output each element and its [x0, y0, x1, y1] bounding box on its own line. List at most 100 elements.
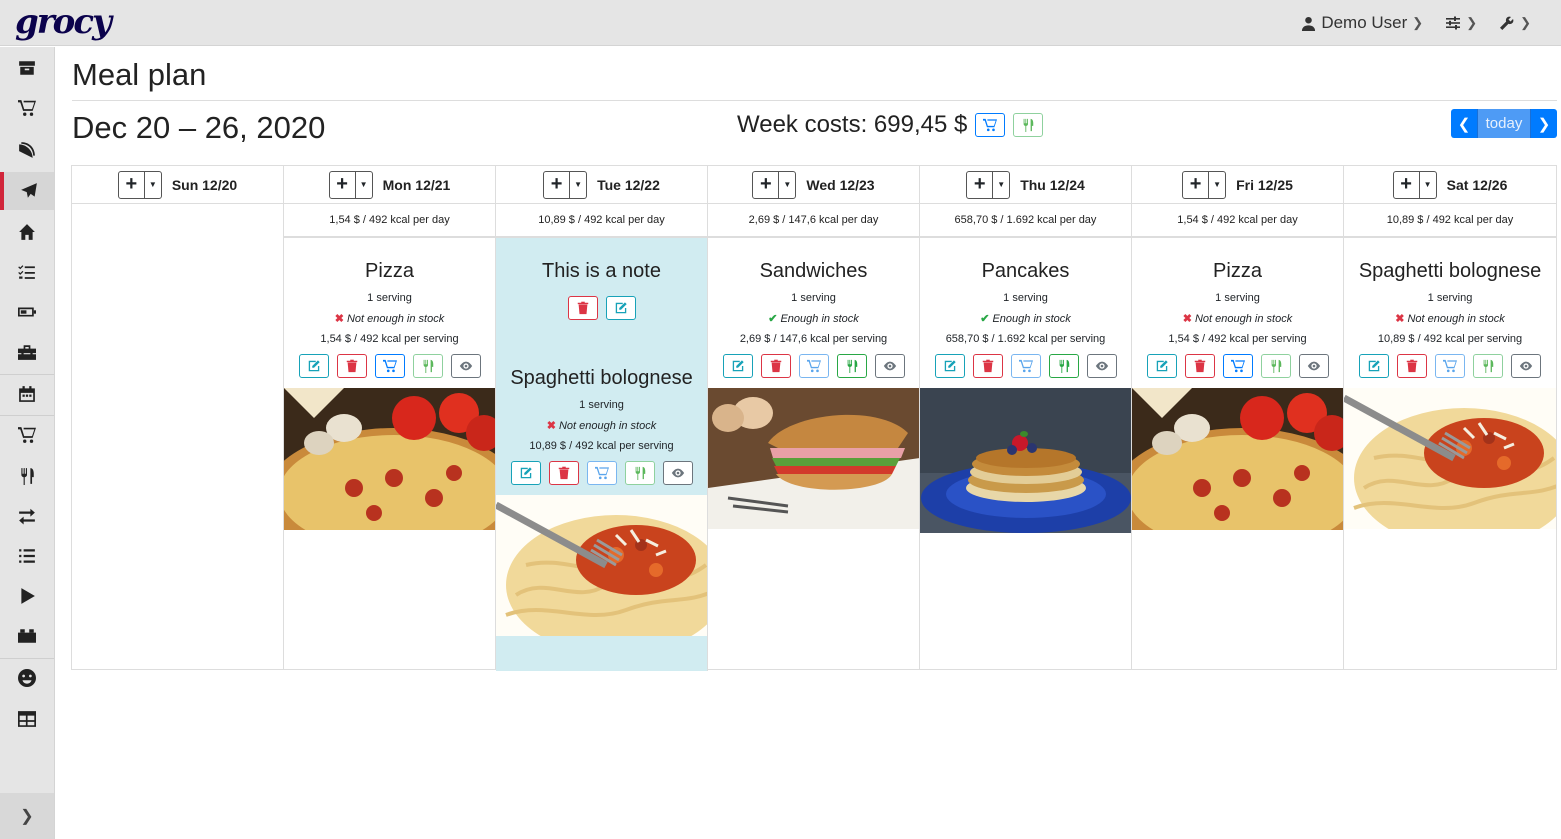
today-button[interactable]: today: [1477, 109, 1531, 138]
add-to-shopping-list-button[interactable]: [1222, 354, 1253, 378]
recipe-name[interactable]: Spaghetti bolognese: [496, 367, 707, 393]
day-label: Wed 12/23: [806, 176, 875, 193]
consume-button[interactable]: [1260, 354, 1291, 378]
sidebar-item-meal-plan[interactable]: [0, 172, 54, 210]
stock-text: Not enough in stock: [1407, 312, 1505, 325]
delete-button[interactable]: [548, 461, 579, 485]
sidebar-item-open[interactable]: [0, 577, 54, 615]
sidebar-item-batteries[interactable]: [0, 293, 54, 331]
view-button[interactable]: [450, 354, 481, 378]
week-consume-button[interactable]: [1013, 113, 1044, 137]
add-dropdown-toggle[interactable]: ▼: [1209, 172, 1225, 198]
delete-note-button[interactable]: [567, 296, 598, 320]
edit-button[interactable]: [298, 354, 329, 378]
sidebar-item-purchase[interactable]: [0, 416, 54, 454]
day-header: + ▼ Mon 12/21: [284, 166, 495, 204]
user-menu[interactable]: Demo User ❯: [1301, 13, 1423, 33]
view-button[interactable]: [1298, 354, 1329, 378]
view-button[interactable]: [662, 461, 693, 485]
add-recipe-button[interactable]: +: [753, 171, 780, 198]
add-dropdown-toggle[interactable]: ▼: [356, 172, 372, 198]
add-to-shopping-list-button[interactable]: [1010, 354, 1041, 378]
check-icon: ✔: [980, 313, 990, 325]
add-entry-button-group[interactable]: + ▼: [543, 170, 588, 199]
sidebar-item-userentities[interactable]: [0, 700, 54, 738]
next-week-button[interactable]: ❯: [1531, 109, 1557, 138]
sidebar-item-chores[interactable]: [0, 213, 54, 251]
add-entry-button-group[interactable]: + ▼: [966, 170, 1011, 199]
sidebar-item-equipment[interactable]: [0, 333, 54, 371]
shopping-list-icon: [18, 99, 36, 117]
settings-menu[interactable]: ❯: [1445, 15, 1477, 31]
view-button[interactable]: [1511, 354, 1541, 378]
add-entry-button-group[interactable]: + ▼: [328, 170, 373, 199]
delete-button[interactable]: [972, 354, 1003, 378]
consume-button[interactable]: [1048, 354, 1079, 378]
eye-icon: [1095, 359, 1109, 373]
add-dropdown-toggle[interactable]: ▼: [1420, 172, 1436, 198]
prev-week-button[interactable]: ❮: [1451, 109, 1477, 138]
edit-button[interactable]: [510, 461, 541, 485]
edit-button[interactable]: [722, 354, 753, 378]
spaghetti-image: [1344, 388, 1556, 529]
add-dropdown-toggle[interactable]: ▼: [779, 172, 795, 198]
view-button[interactable]: [1086, 354, 1117, 378]
add-recipe-button[interactable]: +: [544, 171, 571, 198]
consume-button[interactable]: [412, 354, 443, 378]
add-entry-button-group[interactable]: + ▼: [752, 170, 797, 199]
add-recipe-button[interactable]: +: [330, 171, 356, 198]
add-dropdown-toggle[interactable]: ▼: [993, 172, 1009, 198]
sidebar-item-recipes[interactable]: [0, 131, 54, 169]
add-entry-button-group[interactable]: + ▼: [1182, 170, 1227, 199]
recipe-name[interactable]: Pancakes: [920, 260, 1131, 286]
recipe-name[interactable]: Spaghetti bolognese: [1344, 260, 1556, 286]
recipe-name[interactable]: Pizza: [1132, 260, 1343, 286]
sidebar-item-tasks[interactable]: [0, 253, 54, 291]
sidebar-item-shopping-list[interactable]: [0, 89, 54, 127]
eye-icon: [1519, 359, 1533, 373]
sidebar-item-inventory[interactable]: [0, 537, 54, 575]
grocy-logo[interactable]: grocy: [15, 2, 112, 42]
add-dropdown-toggle[interactable]: ▼: [570, 172, 586, 198]
edit-button[interactable]: [934, 354, 965, 378]
times-icon: ✖: [1395, 313, 1405, 325]
sidebar-item-transfer[interactable]: [0, 497, 54, 535]
add-dropdown-toggle[interactable]: ▼: [145, 172, 161, 198]
add-recipe-button[interactable]: +: [1183, 171, 1210, 198]
stock-status: ✖ Not enough in stock: [496, 419, 707, 433]
add-to-shopping-list-button[interactable]: [374, 354, 405, 378]
delete-button[interactable]: [760, 354, 791, 378]
sidebar-item-consume[interactable]: [0, 457, 54, 495]
equipment-icon: [18, 343, 36, 361]
entry-actions: [1132, 354, 1343, 378]
consume-button[interactable]: [624, 461, 655, 485]
delete-button[interactable]: [1184, 354, 1215, 378]
edit-button[interactable]: [1359, 354, 1389, 378]
consume-button[interactable]: [1473, 354, 1503, 378]
recipe-name[interactable]: Pizza: [284, 260, 495, 286]
consume-button[interactable]: [836, 354, 867, 378]
edit-button[interactable]: [1146, 354, 1177, 378]
cart-icon: [983, 118, 997, 132]
sidebar-item-calendar[interactable]: [0, 375, 54, 413]
sidebar-item-stock[interactable]: [0, 49, 54, 87]
cart-icon: [595, 466, 609, 480]
add-recipe-button[interactable]: +: [119, 171, 145, 198]
sidebar-item-userfields[interactable]: [0, 659, 54, 697]
add-to-shopping-list-button[interactable]: [798, 354, 829, 378]
sidebar-expand-button[interactable]: ❯: [0, 793, 54, 839]
delete-button[interactable]: [1397, 354, 1427, 378]
manage-menu[interactable]: ❯: [1499, 15, 1531, 31]
sidebar-item-products[interactable]: [0, 617, 54, 655]
edit-note-button[interactable]: [605, 296, 636, 320]
add-entry-button-group[interactable]: + ▼: [1392, 170, 1437, 199]
recipe-name[interactable]: Sandwiches: [708, 260, 919, 286]
add-recipe-button[interactable]: +: [967, 171, 994, 198]
view-button[interactable]: [874, 354, 905, 378]
week-add-to-shopping-list-button[interactable]: [975, 113, 1006, 137]
add-entry-button-group[interactable]: + ▼: [117, 170, 162, 199]
add-to-shopping-list-button[interactable]: [586, 461, 617, 485]
add-to-shopping-list-button[interactable]: [1435, 354, 1465, 378]
add-recipe-button[interactable]: +: [1394, 171, 1420, 198]
delete-button[interactable]: [336, 354, 367, 378]
